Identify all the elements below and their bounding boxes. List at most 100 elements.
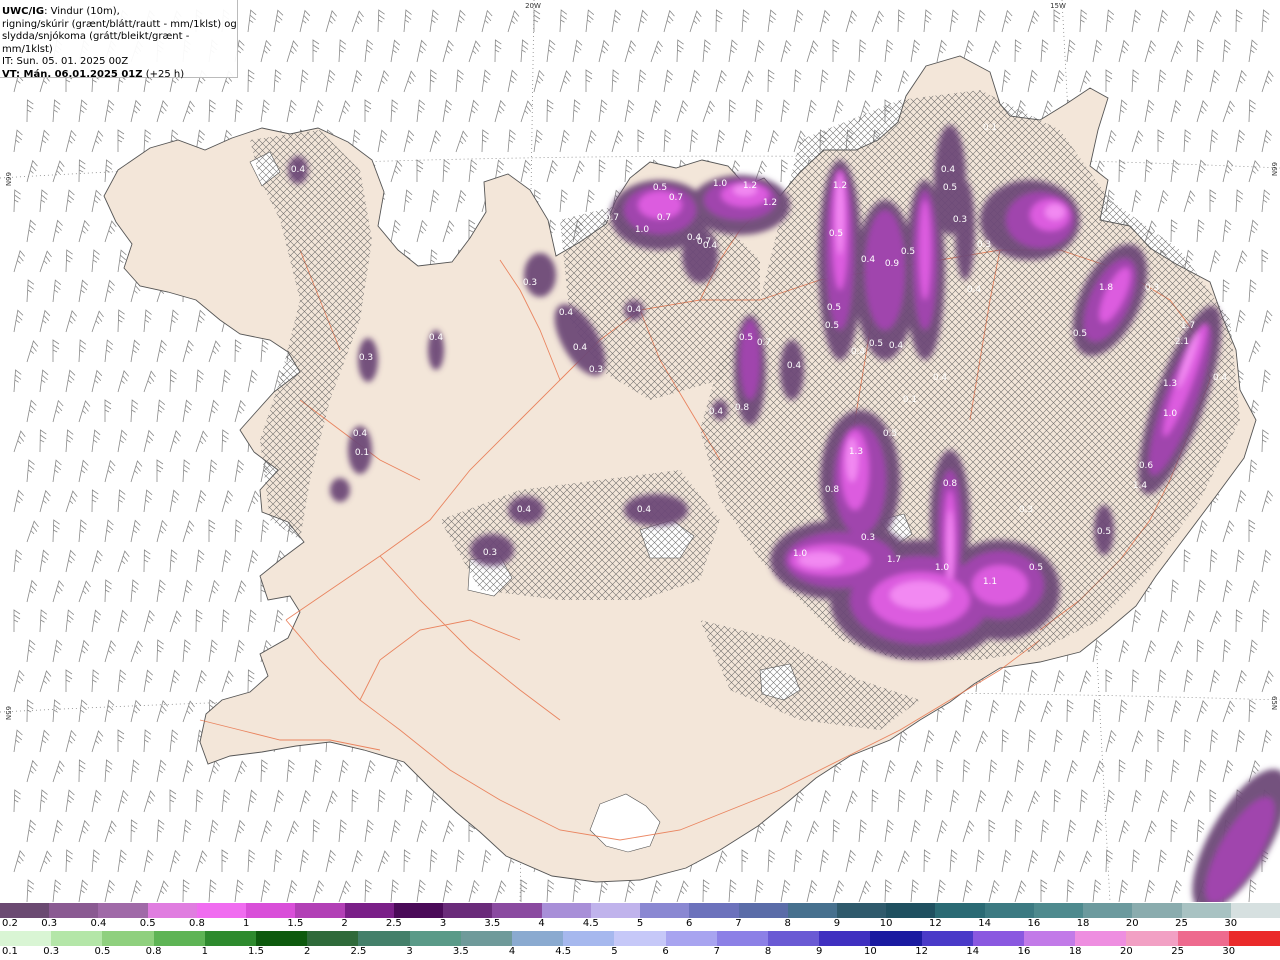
precip-value-label: 0.7 — [757, 338, 771, 348]
legend-label: 4.5 — [555, 946, 572, 957]
precip-value-label: 0.4 — [291, 165, 306, 175]
legend-label: 18 — [1076, 918, 1090, 929]
init-time: IT: Sun. 05. 01. 2025 00Z — [2, 56, 129, 67]
legend-swatch — [512, 931, 564, 946]
legend-swatch — [358, 931, 410, 946]
legend-swatch — [541, 903, 591, 918]
precip-value-label: 1.0 — [1163, 409, 1178, 419]
precip-value-label: 0.3 — [523, 278, 537, 288]
rain-color-legend — [0, 931, 1280, 946]
legend-swatch — [886, 903, 936, 918]
precip-value-label: 1.7 — [887, 555, 901, 565]
precip-value-label: 0.4 — [709, 407, 724, 417]
legend-swatch — [344, 903, 394, 918]
legend-label: 30 — [1224, 918, 1238, 929]
legend-swatch — [738, 903, 788, 918]
legend-swatch — [1228, 931, 1280, 946]
precip-value-label: 0.4 — [933, 373, 948, 383]
precip-value-label: 1.0 — [635, 225, 650, 235]
legend-label: 12 — [929, 918, 942, 929]
precip-value-label: 0.5 — [829, 229, 843, 239]
legend-swatch — [1075, 931, 1127, 946]
legend-swatch — [614, 931, 666, 946]
snow-color-legend — [0, 903, 1280, 918]
legend-label: 0.8 — [188, 918, 205, 929]
legend-swatch — [1181, 903, 1231, 918]
legend-label: 4 — [538, 918, 545, 929]
legend-label: 0.4 — [90, 918, 107, 929]
legend-swatch — [393, 903, 444, 918]
legend-swatch — [0, 931, 52, 946]
legend-label: 4 — [508, 946, 516, 957]
legend-swatch — [443, 903, 493, 918]
title-bold: UWC/IG — [2, 6, 45, 17]
precip-value-label: 1.0 — [713, 179, 728, 189]
legend-swatch — [819, 931, 871, 946]
legend-swatch — [921, 931, 973, 946]
precip-value-label: 0.4 — [353, 429, 368, 439]
legend-swatch — [1083, 903, 1133, 918]
precip-value-label: 1.1 — [983, 577, 997, 587]
legend-swatch — [1230, 903, 1280, 918]
legend-label: 14 — [966, 946, 980, 957]
legend-swatch — [972, 931, 1025, 946]
legend-swatch — [295, 903, 345, 918]
title-rest: : Vindur (10m), — [44, 6, 120, 17]
legend-label: 3.5 — [452, 946, 469, 957]
precip-value-label: 0.5 — [1029, 563, 1043, 573]
legend-label: 7 — [735, 918, 742, 929]
legend-swatch — [246, 903, 296, 918]
legend-label: 2 — [341, 918, 348, 929]
legend-label: 0.5 — [94, 946, 111, 957]
legend-swatch — [984, 903, 1034, 918]
precip-value-label: 1.2 — [833, 181, 847, 191]
legend-label: 9 — [816, 946, 823, 957]
legend-label: 9 — [833, 918, 841, 929]
snow-legend-labels: 0.2 0.3 0.4 0.5 0.8 1 1.5 2 2.5 3 3.5 4 4.5 5 6 7 8 9 10 12… — [0, 918, 1280, 931]
precip-value-label: 0.8 — [825, 485, 840, 495]
legend-swatch — [147, 903, 197, 918]
subtitle-line-2: rigning/skúrir (grænt/blátt/rautt - mm/1… — [2, 18, 237, 30]
legend-label: 2.5 — [385, 918, 402, 929]
valid-time-line: VT: Mán. 06.01.2025 01Z (+25 h) — [2, 69, 237, 82]
precip-value-label: 0.3 — [861, 533, 875, 543]
legend-swatch — [716, 931, 769, 946]
precip-value-label: 0.5 — [1073, 329, 1087, 339]
precip-value-label: 1.0 — [935, 563, 950, 573]
lat-label-65n-left: 65N — [4, 706, 12, 720]
precip-value-label: 0.3 — [483, 548, 497, 558]
precip-value-label: 0.4 — [967, 285, 982, 295]
precip-value-label: 0.5 — [883, 429, 897, 439]
precip-value-label: 0.4 — [637, 505, 652, 515]
legend-swatch — [1177, 931, 1229, 946]
legend-swatch — [768, 931, 820, 946]
legend-label: 3 — [406, 946, 413, 957]
lat-label-65n-right: 65N — [1270, 696, 1278, 710]
precip-value-label: 0.4 — [941, 165, 956, 175]
legend-label: 1.5 — [248, 946, 264, 957]
precip-value-label: 1.2 — [763, 198, 777, 208]
legend-label: 0.3 — [43, 946, 60, 957]
legend-swatch — [0, 903, 50, 918]
legend-label: 25 — [1175, 918, 1188, 929]
legend-label: 10 — [879, 918, 893, 929]
legend-label: 1.5 — [287, 918, 304, 929]
legend-label: 0.8 — [145, 946, 162, 957]
precip-value-label: 0.6 — [1139, 461, 1154, 471]
precip-value-label: 1.2 — [743, 181, 757, 191]
legend-swatch — [1132, 903, 1182, 918]
precip-value-label: 0.3 — [359, 353, 373, 363]
legend-label: 14 — [978, 918, 991, 929]
legend-label: 10 — [864, 946, 877, 957]
precip-value-label: 0.5 — [825, 321, 839, 331]
legend-label: 4.5 — [582, 918, 599, 929]
legend-swatch — [689, 903, 739, 918]
precip-value-label: 0.4 — [851, 347, 866, 357]
precip-value-label: 0.3 — [977, 240, 991, 250]
precip-value-label: 2.1 — [1175, 337, 1189, 347]
precip-value-label: 0.5 — [827, 303, 841, 313]
precip-value-label: 0.4 — [861, 255, 876, 265]
legend-swatch — [1024, 931, 1076, 946]
precip-value-label: 0.4 — [559, 308, 574, 318]
lon-label-15w: 15W — [1050, 2, 1066, 10]
